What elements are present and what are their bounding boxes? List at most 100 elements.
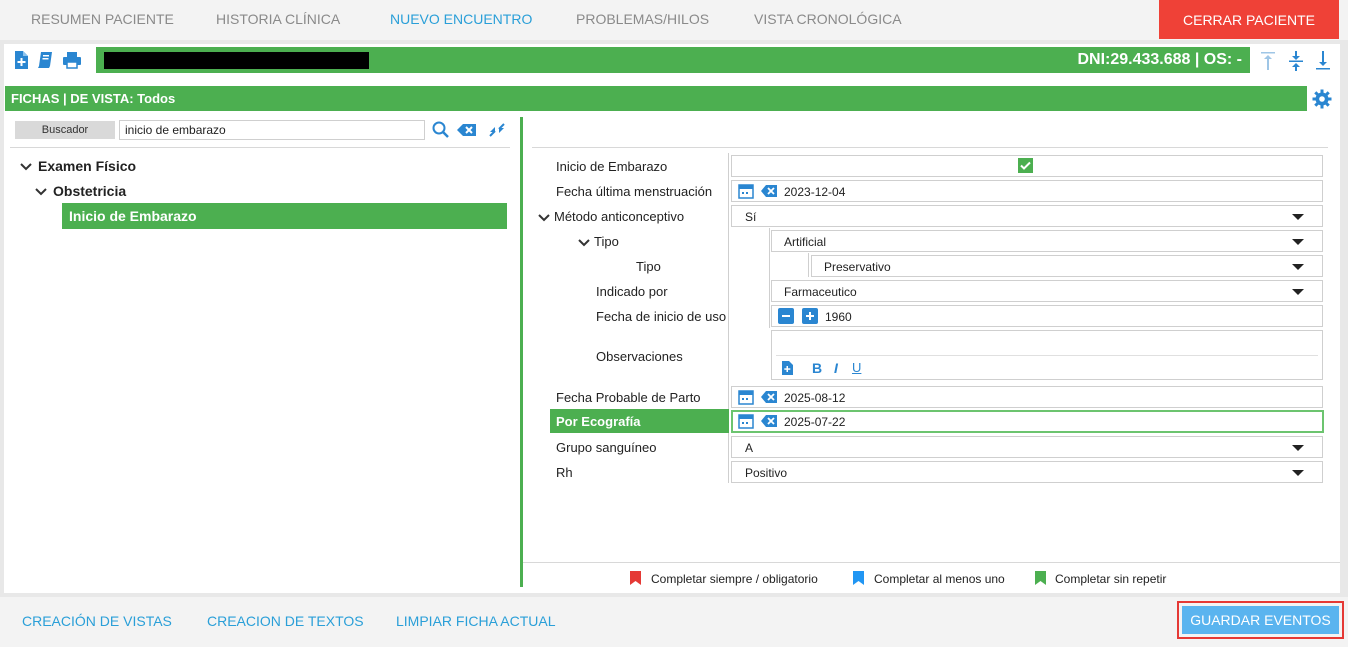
top-navigation: RESUMEN PACIENTE HISTORIA CLÍNICA NUEVO …	[0, 0, 1348, 40]
checkmark-icon	[1018, 158, 1033, 173]
tree-node-obstetricia[interactable]: Obstetricia	[35, 183, 126, 199]
field-label-fum: Fecha última menstruación	[556, 184, 713, 199]
sub-column-divider	[769, 228, 770, 328]
chevron-down-icon	[578, 238, 590, 246]
dropdown-caret-icon	[1292, 470, 1304, 476]
calendar-icon[interactable]	[738, 183, 754, 199]
rh-value: Positivo	[745, 466, 788, 480]
tree-node-label: Examen Físico	[38, 158, 137, 174]
redacted-patient-name	[104, 52, 369, 69]
clear-icon[interactable]	[761, 389, 777, 405]
save-events-label: GUARDAR EVENTOS	[1182, 606, 1339, 634]
bold-icon[interactable]: B	[812, 360, 822, 376]
left-divider	[10, 147, 510, 148]
tab-vista-cronologica[interactable]: VISTA CRONOLÓGICA	[754, 11, 902, 27]
field-label-ecografia: Por Ecografía	[550, 409, 729, 433]
calendar-icon[interactable]	[738, 413, 754, 429]
inicio-uso-stepper[interactable]: 1960	[771, 305, 1323, 327]
creacion-textos-link[interactable]: CREACION DE TEXTOS	[207, 613, 364, 629]
chevron-down-icon	[538, 213, 550, 221]
print-icon[interactable]	[62, 50, 82, 70]
form-column-divider	[728, 153, 729, 483]
save-events-button[interactable]: GUARDAR EVENTOS	[1177, 601, 1344, 639]
field-label-grupo: Grupo sanguíneo	[556, 440, 657, 455]
fpp-date-field[interactable]: 2025-08-12	[731, 386, 1323, 408]
blue-flag-icon	[853, 571, 864, 585]
dropdown-caret-icon	[1292, 445, 1304, 451]
scroll-top-icon[interactable]	[1258, 50, 1278, 72]
metodo-value: Sí	[745, 210, 757, 224]
tree-node-examen-fisico[interactable]: Examen Físico	[20, 158, 136, 174]
chevron-down-icon	[35, 188, 47, 196]
field-label-metodo[interactable]: Método anticonceptivo	[538, 209, 684, 224]
scroll-bottom-icon[interactable]	[1313, 50, 1333, 72]
field-label-subtipo: Tipo	[636, 259, 661, 274]
collapse-icon[interactable]	[1286, 50, 1306, 72]
legend-divider	[523, 562, 1340, 563]
new-document-icon[interactable]	[11, 50, 31, 70]
tree-node-label: Obstetricia	[53, 183, 127, 199]
field-label-observaciones: Observaciones	[596, 349, 683, 364]
grupo-select[interactable]: A	[731, 436, 1323, 458]
tipo-select[interactable]: Artificial	[771, 230, 1323, 252]
dropdown-caret-icon	[1292, 264, 1304, 270]
field-label-inicio-embarazo: Inicio de Embarazo	[556, 159, 668, 174]
tab-nuevo-encuentro[interactable]: NUEVO ENCUENTRO	[390, 11, 532, 27]
field-label-tipo[interactable]: Tipo	[578, 234, 619, 249]
right-divider	[532, 147, 1328, 148]
indicado-por-select[interactable]: Farmaceutico	[771, 280, 1323, 302]
plus-icon[interactable]	[802, 308, 818, 324]
ecografia-value: 2025-07-22	[784, 415, 846, 429]
inicio-uso-value: 1960	[825, 310, 852, 324]
tipo-label-text: Tipo	[594, 234, 619, 249]
shrink-icon[interactable]	[486, 120, 508, 140]
rh-select[interactable]: Positivo	[731, 461, 1323, 483]
minus-icon[interactable]	[778, 308, 794, 324]
creacion-vistas-link[interactable]: CREACIÓN DE VISTAS	[22, 613, 172, 629]
tab-problemas-hilos[interactable]: PROBLEMAS/HILOS	[576, 11, 709, 27]
grupo-value: A	[745, 441, 754, 455]
legend-sin-repetir: Completar sin repetir	[1055, 572, 1167, 586]
green-flag-icon	[1035, 571, 1046, 585]
bottom-bar	[0, 597, 1348, 647]
legend-al-menos-uno: Completar al menos uno	[874, 572, 1005, 586]
dropdown-caret-icon	[1292, 214, 1304, 220]
tab-historia-clinica[interactable]: HISTORIA CLÍNICA	[216, 11, 340, 27]
search-input[interactable]	[119, 120, 425, 140]
chevron-down-icon	[20, 163, 32, 171]
settings-icon[interactable]	[1312, 89, 1332, 109]
fpp-value: 2025-08-12	[784, 391, 846, 405]
fum-value: 2023-12-04	[784, 185, 846, 199]
book-icon[interactable]	[36, 50, 56, 70]
field-label-rh: Rh	[556, 465, 573, 480]
ecografia-date-field[interactable]: 2025-07-22	[731, 410, 1324, 433]
sub-sub-column-divider	[808, 253, 809, 277]
subtipo-select[interactable]: Preservativo	[811, 255, 1323, 277]
close-patient-button[interactable]: CERRAR PACIENTE	[1159, 0, 1339, 39]
clear-icon[interactable]	[761, 413, 777, 429]
insert-text-icon[interactable]	[780, 361, 794, 375]
clear-icon[interactable]	[761, 183, 777, 199]
inicio-embarazo-checkbox[interactable]	[731, 155, 1323, 177]
search-label: Buscador	[15, 121, 115, 139]
italic-icon[interactable]: I	[834, 360, 838, 376]
tree-node-inicio-embarazo[interactable]: Inicio de Embarazo	[62, 203, 507, 229]
panel-splitter[interactable]	[520, 117, 523, 587]
tipo-value: Artificial	[784, 235, 827, 249]
clear-icon[interactable]	[456, 120, 478, 140]
underline-icon[interactable]: U	[852, 360, 861, 375]
fichas-header: FICHAS | DE VISTA: Todos	[5, 86, 1307, 111]
search-icon[interactable]	[430, 120, 452, 140]
field-label-indicado-por: Indicado por	[596, 284, 668, 299]
observaciones-editor[interactable]: B I U	[771, 330, 1323, 380]
calendar-icon[interactable]	[738, 389, 754, 405]
metodo-select[interactable]: Sí	[731, 205, 1323, 227]
fum-date-field[interactable]: 2023-12-04	[731, 180, 1323, 202]
subtipo-value: Preservativo	[824, 260, 891, 274]
dropdown-caret-icon	[1292, 239, 1304, 245]
metodo-label-text: Método anticonceptivo	[554, 209, 685, 224]
limpiar-ficha-link[interactable]: LIMPIAR FICHA ACTUAL	[396, 613, 555, 629]
indicado-value: Farmaceutico	[784, 285, 857, 299]
tab-resumen-paciente[interactable]: RESUMEN PACIENTE	[31, 11, 174, 27]
red-flag-icon	[630, 571, 641, 585]
